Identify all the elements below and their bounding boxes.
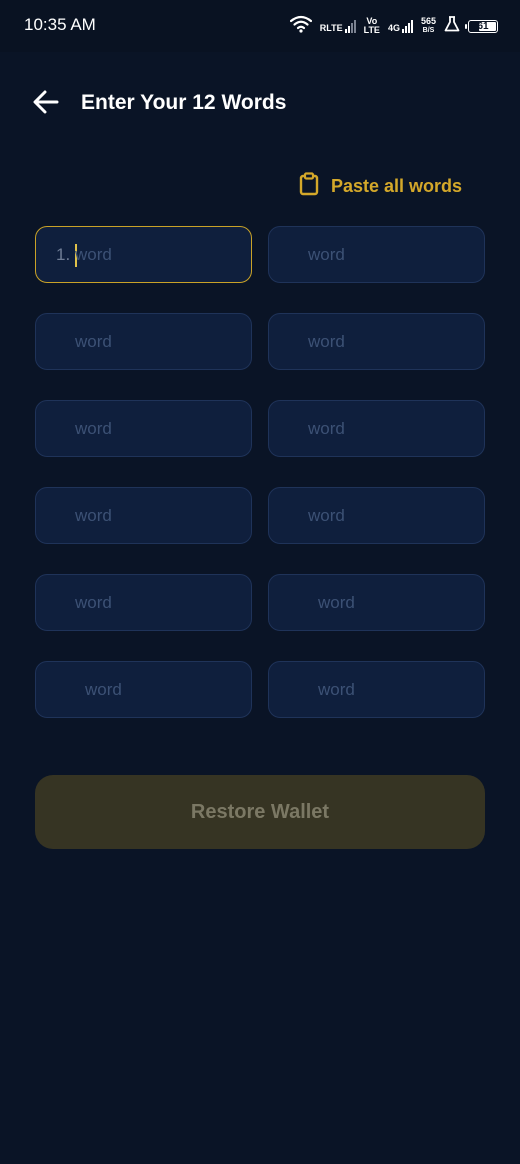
word-input-1[interactable] bbox=[36, 227, 251, 282]
page-title: Enter Your 12 Words bbox=[81, 91, 287, 114]
volte-indicator: Vo LTE bbox=[363, 16, 380, 35]
status-icons: RLTE Vo LTE 4G 565 B/S 61 bbox=[289, 14, 498, 38]
word-input-8[interactable] bbox=[269, 488, 484, 543]
clipboard-icon bbox=[299, 171, 319, 201]
restore-wallet-button[interactable]: Restore Wallet bbox=[35, 775, 485, 849]
word-input-6[interactable] bbox=[269, 401, 484, 456]
word-field-10[interactable] bbox=[268, 574, 485, 631]
word-input-4[interactable] bbox=[269, 314, 484, 369]
signal-icon: 4G bbox=[388, 19, 413, 33]
word-input-10[interactable] bbox=[269, 575, 484, 630]
word-field-5[interactable] bbox=[35, 400, 252, 457]
word-field-11[interactable] bbox=[35, 661, 252, 718]
paste-all-words-label: Paste all words bbox=[330, 175, 462, 196]
word-field-9[interactable] bbox=[35, 574, 252, 631]
word-input-11[interactable] bbox=[36, 662, 251, 717]
word-field-7[interactable] bbox=[35, 487, 252, 544]
status-bar: 10:35 AM RLTE Vo LTE 4G 565 B/S 61 bbox=[0, 0, 520, 52]
header: Enter Your 12 Words bbox=[0, 78, 520, 130]
paste-all-words-button[interactable]: Paste all words bbox=[299, 171, 462, 201]
word-input-3[interactable] bbox=[36, 314, 251, 369]
word-input-12[interactable] bbox=[269, 662, 484, 717]
wifi-icon bbox=[289, 15, 312, 38]
word-input-2[interactable] bbox=[269, 227, 484, 282]
word-fields-grid: 1. bbox=[35, 226, 485, 718]
lab-flask-icon bbox=[444, 15, 460, 37]
sim2-label: 4G bbox=[387, 23, 400, 33]
word-field-1[interactable]: 1. bbox=[35, 226, 252, 283]
word-field-3[interactable] bbox=[35, 313, 252, 370]
word-field-6[interactable] bbox=[268, 400, 485, 457]
battery-icon: 61 bbox=[465, 19, 498, 33]
back-button[interactable] bbox=[30, 88, 62, 120]
net-speed: 565 B/S bbox=[420, 16, 436, 35]
sim1-label: RLTE bbox=[319, 23, 343, 33]
arrow-left-icon bbox=[33, 90, 59, 119]
word-input-7[interactable] bbox=[36, 488, 251, 543]
restore-wallet-label: Restore Wallet bbox=[190, 800, 330, 823]
word-field-12[interactable] bbox=[268, 661, 485, 718]
word-input-9[interactable] bbox=[36, 575, 251, 630]
word-field-4[interactable] bbox=[268, 313, 485, 370]
word-field-8[interactable] bbox=[268, 487, 485, 544]
status-time: 10:35 AM bbox=[24, 15, 96, 34]
word-input-5[interactable] bbox=[36, 401, 251, 456]
battery-level: 61 bbox=[477, 20, 489, 32]
word-field-2[interactable] bbox=[268, 226, 485, 283]
signal-icon: RLTE bbox=[320, 19, 356, 33]
